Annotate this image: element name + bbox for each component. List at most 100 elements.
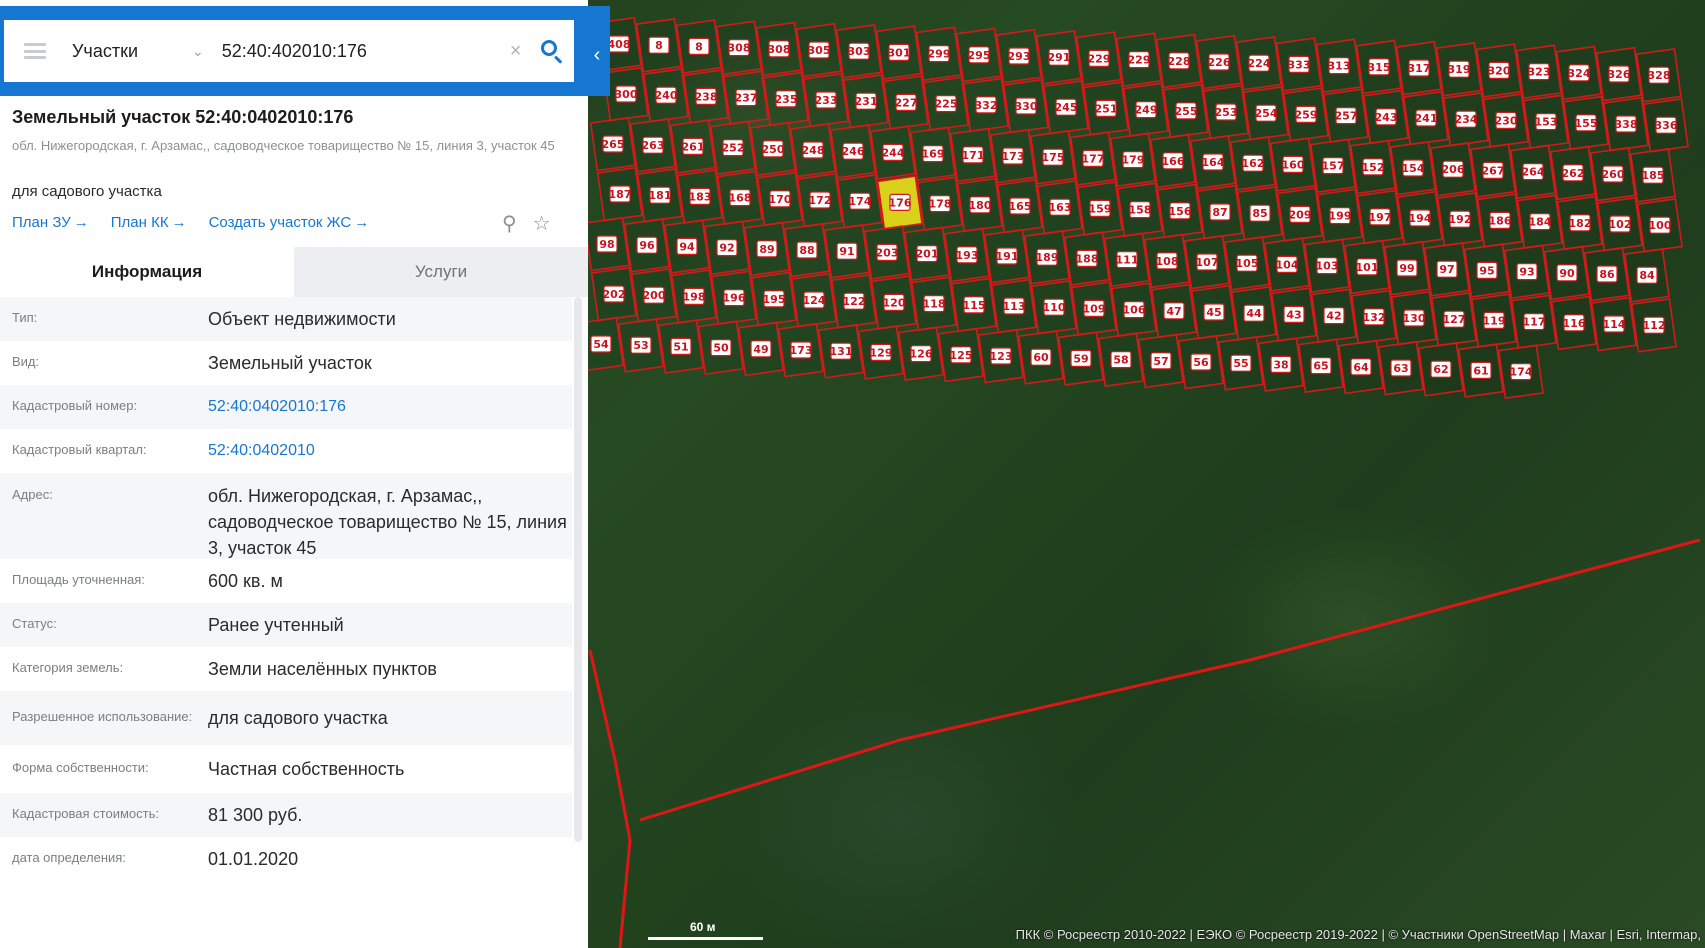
land-plot[interactable]: 63 xyxy=(1377,340,1424,396)
land-plot[interactable]: 265 xyxy=(589,116,636,172)
land-plot[interactable]: 50 xyxy=(697,320,744,376)
land-plot[interactable]: 187 xyxy=(596,166,643,222)
land-plot[interactable]: 155 xyxy=(1562,95,1609,151)
land-plot[interactable]: 64 xyxy=(1337,339,1384,395)
land-plot[interactable]: 165 xyxy=(996,178,1043,234)
land-plot[interactable]: 315 xyxy=(1355,39,1402,95)
land-plot[interactable]: 8 xyxy=(675,19,722,74)
menu-icon[interactable] xyxy=(24,43,46,59)
land-plot[interactable]: 170 xyxy=(756,171,803,227)
land-plot[interactable]: 229 xyxy=(1075,31,1122,86)
land-plot[interactable]: 238 xyxy=(682,69,729,124)
land-plot[interactable]: 249 xyxy=(1122,82,1169,138)
land-plot[interactable]: 231 xyxy=(842,74,889,129)
land-plot[interactable]: 106 xyxy=(1110,282,1157,338)
land-plot[interactable]: 100 xyxy=(1636,198,1683,253)
land-plot[interactable]: 113 xyxy=(990,278,1037,334)
scrollbar[interactable] xyxy=(574,297,582,842)
land-plot[interactable]: 173 xyxy=(777,322,824,378)
land-plot[interactable]: 180 xyxy=(956,177,1003,233)
land-plot[interactable]: 89 xyxy=(743,221,790,277)
land-plot[interactable]: 237 xyxy=(722,70,769,126)
land-plot[interactable]: 305 xyxy=(795,22,842,78)
search-input[interactable]: 52:40:402010:176 xyxy=(222,41,502,62)
land-plot[interactable]: 101 xyxy=(1343,239,1390,295)
land-plot[interactable]: 199 xyxy=(1316,188,1363,244)
land-plot[interactable]: 44 xyxy=(1230,286,1277,341)
land-plot[interactable]: 45 xyxy=(1190,284,1237,340)
land-plot[interactable]: 99 xyxy=(1383,240,1430,296)
land-plot[interactable]: 96 xyxy=(623,218,670,273)
land-plot[interactable]: 176 xyxy=(876,175,923,230)
chevron-down-icon[interactable]: ⌄ xyxy=(192,43,204,60)
land-plot[interactable]: 264 xyxy=(1509,144,1556,200)
land-plot[interactable]: 111 xyxy=(1103,232,1150,288)
land-plot[interactable]: 126 xyxy=(897,326,944,382)
land-plot[interactable]: 254 xyxy=(1242,86,1289,141)
land-plot[interactable]: 175 xyxy=(1029,130,1076,185)
land-plot[interactable]: 154 xyxy=(1389,140,1436,196)
land-plot[interactable]: 255 xyxy=(1162,83,1209,139)
land-plot[interactable]: 156 xyxy=(1156,183,1203,239)
land-plot[interactable]: 333 xyxy=(1275,37,1322,92)
land-plot[interactable]: 174 xyxy=(836,174,883,229)
land-plot[interactable]: 171 xyxy=(949,127,996,183)
land-plot[interactable]: 203 xyxy=(863,225,910,280)
land-plot[interactable]: 226 xyxy=(1195,34,1242,90)
land-plot[interactable]: 246 xyxy=(829,124,876,179)
land-plot[interactable]: 42 xyxy=(1310,288,1357,344)
land-plot[interactable]: 241 xyxy=(1402,90,1449,146)
land-plot[interactable]: 172 xyxy=(796,172,843,228)
land-plot[interactable]: 194 xyxy=(1396,190,1443,246)
land-plot[interactable]: 105 xyxy=(1223,236,1270,291)
land-plot[interactable]: 38 xyxy=(1257,337,1304,392)
land-plot[interactable]: 117 xyxy=(1510,294,1557,350)
land-plot[interactable]: 320 xyxy=(1475,43,1522,98)
search-icon[interactable] xyxy=(539,38,565,64)
land-plot[interactable]: 58 xyxy=(1097,332,1144,388)
land-plot[interactable]: 196 xyxy=(710,270,757,326)
land-plot[interactable]: 51 xyxy=(657,319,704,374)
zoom-to-icon[interactable]: ⚲ xyxy=(502,211,517,236)
land-plot[interactable]: 330 xyxy=(1002,78,1049,134)
land-plot[interactable]: 324 xyxy=(1555,45,1602,101)
land-plot[interactable]: 118 xyxy=(910,276,957,332)
land-plot[interactable]: 61 xyxy=(1457,343,1504,398)
land-plot[interactable]: 234 xyxy=(1442,92,1489,147)
land-plot[interactable]: 251 xyxy=(1082,81,1129,136)
land-plot[interactable]: 202 xyxy=(590,266,637,322)
land-plot[interactable]: 252 xyxy=(709,120,756,176)
land-plot[interactable]: 181 xyxy=(636,168,683,223)
land-plot[interactable]: 174 xyxy=(1497,344,1544,400)
land-plot[interactable]: 55 xyxy=(1217,336,1264,391)
land-plot[interactable]: 102 xyxy=(1596,196,1643,252)
land-plot[interactable]: 59 xyxy=(1057,331,1104,386)
land-plot[interactable]: 206 xyxy=(1429,142,1476,197)
land-plot[interactable]: 230 xyxy=(1482,93,1529,148)
land-plot[interactable]: 188 xyxy=(1063,231,1110,286)
land-plot[interactable]: 193 xyxy=(943,227,990,283)
land-plot[interactable]: 262 xyxy=(1549,145,1596,201)
land-plot[interactable]: 93 xyxy=(1503,244,1550,300)
land-plot[interactable]: 182 xyxy=(1556,195,1603,251)
land-plot[interactable]: 225 xyxy=(922,76,969,132)
land-plot[interactable]: 91 xyxy=(823,224,870,279)
plan-kk-link[interactable]: План КК → xyxy=(111,214,187,231)
land-plot[interactable]: 65 xyxy=(1297,338,1344,394)
land-plot[interactable]: 295 xyxy=(955,27,1002,83)
land-plot[interactable]: 132 xyxy=(1350,289,1397,345)
land-plot[interactable]: 56 xyxy=(1177,334,1224,390)
land-plot[interactable]: 160 xyxy=(1269,137,1316,192)
land-plot[interactable]: 86 xyxy=(1583,246,1630,302)
land-plot[interactable]: 116 xyxy=(1550,295,1597,351)
land-plot[interactable]: 228 xyxy=(1155,33,1202,89)
land-plot[interactable]: 43 xyxy=(1270,287,1317,342)
create-parcel-link[interactable]: Создать участок ЖС → xyxy=(209,214,370,231)
land-plot[interactable]: 319 xyxy=(1435,42,1482,97)
land-plot[interactable]: 104 xyxy=(1263,237,1310,292)
land-plot[interactable]: 257 xyxy=(1322,88,1369,144)
land-plot[interactable]: 110 xyxy=(1030,280,1077,335)
land-plot[interactable]: 173 xyxy=(989,128,1036,184)
land-plot[interactable]: 119 xyxy=(1470,293,1517,348)
land-plot[interactable]: 157 xyxy=(1309,138,1356,194)
